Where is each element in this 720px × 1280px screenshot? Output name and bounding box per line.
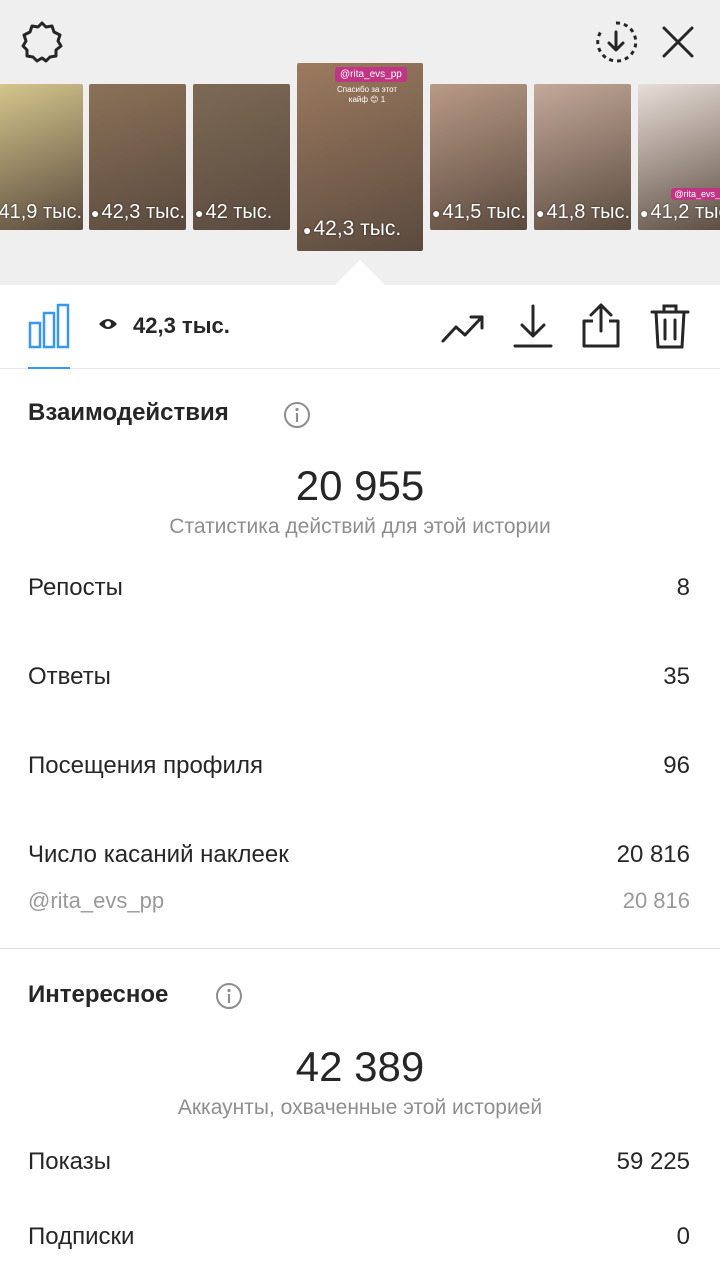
delete-trash-icon[interactable]: [650, 303, 690, 349]
interactions-total: 20 955: [295, 462, 425, 509]
impressions-value: 59 225: [616, 1148, 690, 1175]
thumbnail-views-text: 41,2 тыс.: [650, 201, 720, 223]
story-thumbnail[interactable]: ●41,9 тыс.: [0, 84, 83, 230]
story-thumbnail[interactable]: @rita_evs_pp ●41,2 тыс.: [638, 84, 720, 230]
story-archive-header: ●41,9 тыс. ●42,3 тыс. ●42 тыс. @rita_evs…: [0, 0, 720, 285]
insights-bar-chart-icon[interactable]: [28, 303, 70, 349]
discovery-title: Интересное: [28, 981, 169, 1008]
views-count: 42,3 тыс.: [133, 313, 230, 338]
story-thumbnail[interactable]: ● 42,3 тыс.: [89, 84, 186, 230]
story-thumbnail[interactable]: ● 41,8 тыс.: [534, 84, 631, 230]
sticker-taps-label: Число касаний наклеек: [28, 841, 289, 868]
save-story-icon[interactable]: [594, 20, 638, 64]
story-thumbnail-strip[interactable]: ●41,9 тыс. ●42,3 тыс. ●42 тыс. @rita_evs…: [0, 63, 720, 264]
eye-icon: ●: [432, 205, 441, 221]
eye-icon: ●: [536, 205, 545, 221]
thumbnail-views: ●41,9 тыс.: [0, 201, 82, 224]
sticker-taps-value: 20 816: [616, 841, 690, 868]
promote-trend-icon[interactable]: [440, 307, 486, 347]
thumbnail-views: ● 41,8 тыс.: [536, 201, 630, 224]
profile-visits-label: Посещения профиля: [28, 752, 263, 779]
thumbnail-views: ●41,2 тыс.: [640, 201, 720, 224]
eye-icon: ●: [640, 205, 649, 221]
thumbnail-views-text: 41,9 тыс.: [0, 201, 83, 223]
replies-label: Ответы: [28, 663, 111, 690]
mention-sticker: @rita_evs_pp: [335, 67, 407, 82]
reposts-value: 8: [676, 574, 690, 601]
close-icon[interactable]: [658, 22, 698, 62]
story-thumbnail-selected[interactable]: @rita_evs_pp Спасибо за этот кайф 😊 1 ●4…: [297, 63, 423, 251]
reposts-label: Репосты: [28, 574, 123, 601]
eye-icon: ●: [91, 205, 100, 221]
thumbnail-views-text: 42,3 тыс.: [313, 217, 402, 240]
sticker-mention-label: @rita_evs_pp: [28, 888, 165, 913]
replies-value: 35: [663, 663, 690, 690]
follows-value: 0: [676, 1223, 690, 1250]
thumbnail-views: ● 41,5 тыс.: [432, 201, 526, 224]
thumbnail-views: ● 42 тыс.: [195, 201, 272, 224]
info-icon[interactable]: [215, 982, 243, 1010]
story-thumbnail[interactable]: ● 42 тыс.: [193, 84, 290, 230]
impressions-label: Показы: [28, 1148, 111, 1175]
section-divider: [0, 948, 720, 949]
eye-icon: ●: [303, 222, 312, 238]
active-tab-indicator: [28, 367, 70, 369]
thumbnail-views-text: 42,3 тыс.: [101, 201, 186, 223]
interactions-subtitle: Статистика действий для этой истории: [169, 515, 551, 538]
interactions-title: Взаимодействия: [28, 399, 229, 426]
mention-sticker: @rita_evs_pp: [671, 188, 720, 200]
profile-visits-value: 96: [663, 752, 690, 779]
thumbnail-views: ●42,3 тыс.: [303, 217, 401, 241]
eye-icon: [99, 319, 117, 329]
story-toolbar: 42,3 тыс.: [0, 285, 720, 369]
discovery-subtitle: Аккаунты, охваченные этой историей: [177, 1096, 543, 1119]
settings-gear-icon[interactable]: [20, 20, 64, 64]
share-icon[interactable]: [580, 301, 622, 349]
sticker-mention-value: 20 816: [622, 888, 690, 913]
eye-icon: ●: [195, 205, 204, 221]
story-thumbnail[interactable]: ● 41,5 тыс.: [430, 84, 527, 230]
info-icon[interactable]: [283, 401, 311, 429]
story-caption: Спасибо за этот кайф 😊 1: [336, 85, 398, 104]
discovery-total: 42 389: [295, 1043, 425, 1090]
thumbnail-views: ●42,3 тыс.: [91, 201, 185, 224]
download-icon[interactable]: [512, 303, 554, 349]
thumbnail-views-text: 41,5 тыс.: [442, 201, 527, 223]
thumbnail-views-text: 42 тыс.: [205, 201, 273, 223]
follows-label: Подписки: [28, 1223, 135, 1250]
thumbnail-views-text: 41,8 тыс.: [546, 201, 631, 223]
